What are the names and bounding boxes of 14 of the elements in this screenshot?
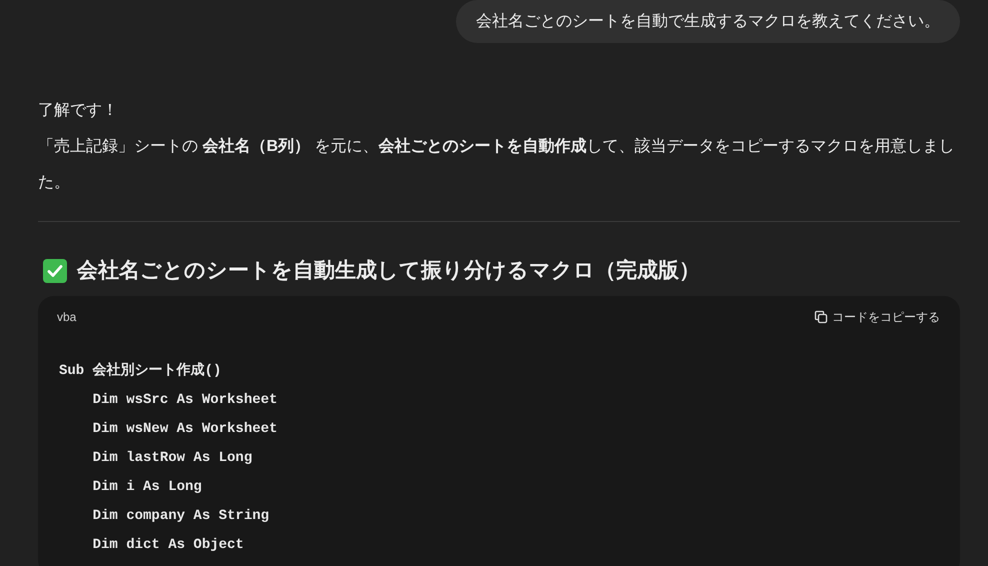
code-line: Sub 会社別シート作成() (59, 361, 222, 381)
copy-code-button[interactable]: コードをコピーする (814, 308, 940, 326)
response-paragraph: 「売上記録」シートの 会社名（B列） を元に、会社ごとのシートを自動作成して、該当データをコピーするマクロを用意しました。 (38, 136, 956, 193)
code-line: Dim wsNew As Worksheet (92, 420, 278, 439)
code-line: Dim company As String (92, 507, 270, 526)
section-heading: 会社名ごとのシートを自動生成して振り分けるマクロ（完成版） (77, 258, 700, 284)
response-paragraph: 了解です！ (38, 101, 119, 121)
copy-icon (814, 310, 828, 324)
user-message: 会社名ごとのシートを自動で生成するマクロを教えてください。 (456, 0, 960, 43)
code-line: Dim lastRow As Long (92, 449, 254, 468)
code-line: Dim i As Long (92, 478, 203, 497)
code-line: Dim dict As Object (92, 536, 245, 555)
code-language: vba (57, 309, 76, 326)
code-line: Dim wsSrc As Worksheet (92, 391, 278, 410)
